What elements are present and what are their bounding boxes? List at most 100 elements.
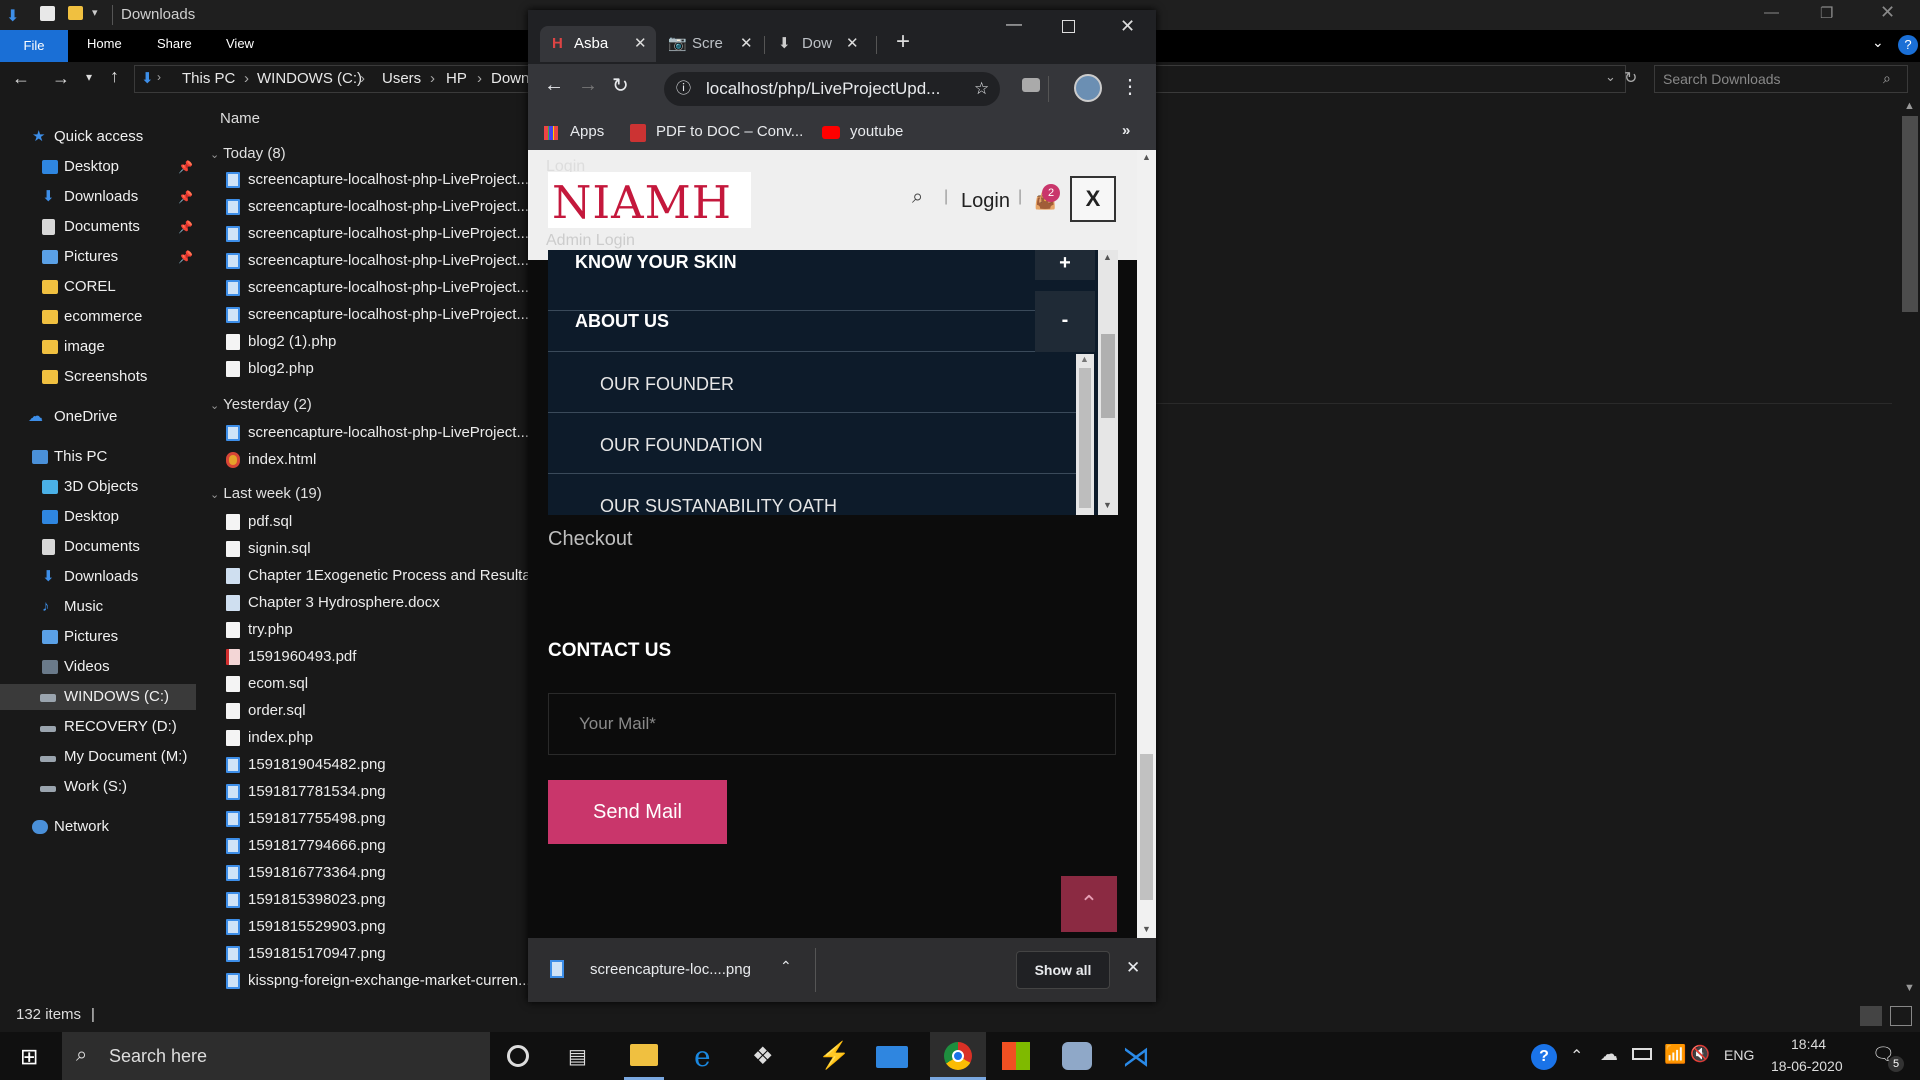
tab-share[interactable]: Share (157, 36, 192, 51)
nav-pc-desktop[interactable]: Desktop (0, 504, 196, 530)
file-row[interactable]: index.html (206, 448, 536, 472)
tab-downloads[interactable]: ⬇ Dow ✕ (772, 26, 872, 62)
file-row[interactable]: 1591817755498.png (206, 807, 536, 831)
maximize-icon[interactable] (1062, 20, 1075, 33)
login-link[interactable]: Login (961, 190, 1010, 213)
bookmark-apps[interactable]: Apps (544, 118, 634, 146)
page-scrollbar[interactable]: ▲ ▼ (1137, 150, 1156, 938)
file-row[interactable]: 1591816773364.png (206, 861, 536, 885)
task-view-icon[interactable]: ▤ (568, 1044, 587, 1069)
tab-close-icon[interactable]: ✕ (634, 26, 647, 62)
file-row[interactable]: screencapture-localhost-php-LiveProject.… (206, 276, 536, 300)
group-today[interactable]: ⌄ Today (8) (210, 142, 286, 166)
dropbox-icon[interactable]: ❖ (752, 1042, 774, 1071)
email-input[interactable]: Your Mail* (548, 693, 1116, 755)
chrome-taskbar-button[interactable] (930, 1032, 986, 1080)
nav-work-s[interactable]: Work (S:) (0, 774, 196, 800)
help-icon[interactable]: ? (1898, 35, 1918, 55)
file-row[interactable]: order.sql (206, 699, 536, 723)
help-icon[interactable]: ? (1531, 1044, 1557, 1070)
file-row[interactable]: blog2 (1).php (206, 330, 536, 354)
kebab-menu-icon[interactable]: ⋮ (1120, 74, 1140, 99)
group-yesterday[interactable]: ⌄ Yesterday (2) (210, 393, 312, 417)
nav-recovery-d[interactable]: RECOVERY (D:) (0, 714, 196, 740)
clock-time[interactable]: 18:44 (1791, 1036, 1826, 1052)
bookmark-pdf-to-doc[interactable]: PDF to DOC – Conv... (630, 118, 810, 146)
edge-icon[interactable]: e (694, 1040, 711, 1073)
file-tab[interactable]: File (0, 30, 68, 62)
nav-downloads-pinned[interactable]: ⬇ Downloads 📌 (0, 184, 196, 210)
tab-close-icon[interactable]: ✕ (846, 26, 859, 62)
nav-onedrive[interactable]: ☁ OneDrive (0, 404, 196, 430)
checkout-link[interactable]: Checkout (548, 528, 633, 551)
scroll-thumb[interactable] (1140, 754, 1153, 900)
file-row[interactable]: screencapture-localhost-php-LiveProject.… (206, 195, 536, 219)
tab-home[interactable]: Home (87, 36, 122, 51)
vscode-icon[interactable]: ⋊ (1122, 1040, 1150, 1073)
scroll-down-icon[interactable]: ▼ (1904, 982, 1915, 994)
tab-screenshot[interactable]: 📷 Scre ✕ (664, 26, 764, 62)
logo-box[interactable]: NIAMH (548, 172, 751, 229)
back-arrow-icon[interactable]: ← (12, 68, 30, 89)
new-tab-plus-icon[interactable]: + (896, 28, 910, 56)
wifi-icon[interactable]: 📶 (1664, 1044, 1686, 1065)
refresh-icon[interactable]: ↻ (1624, 68, 1637, 88)
recent-dropdown-icon[interactable]: ▾ (86, 70, 92, 84)
submenu-item-foundation[interactable]: OUR FOUNDATION (548, 413, 1076, 474)
address-dropdown-icon[interactable]: ⌄ (1605, 69, 1616, 85)
file-row[interactable]: kisspng-foreign-exchange-market-curren..… (206, 969, 536, 993)
forward-arrow-icon[interactable]: → (578, 74, 598, 97)
nav-pc-downloads[interactable]: ⬇ Downloads (0, 564, 196, 590)
nav-image[interactable]: image (0, 334, 196, 360)
nav-desktop-pinned[interactable]: Desktop 📌 (0, 154, 196, 180)
submenu-item-sustainability[interactable]: OUR SUSTANABILITY OATH (548, 474, 1076, 515)
file-row[interactable]: try.php (206, 618, 536, 642)
file-row[interactable]: pdf.sql (206, 510, 536, 534)
file-row[interactable]: index.php (206, 726, 536, 750)
file-row[interactable]: ecom.sql (206, 672, 536, 696)
nav-my-document-m[interactable]: My Document (M:) (0, 744, 196, 770)
file-row[interactable]: 1591819045482.png (206, 753, 536, 777)
tab-close-icon[interactable]: ✕ (740, 26, 753, 62)
scroll-thumb[interactable] (1101, 334, 1115, 418)
volume-muted-icon[interactable]: 🔇 (1690, 1044, 1710, 1064)
nav-this-pc[interactable]: This PC (0, 444, 196, 470)
bookmark-youtube[interactable]: youtube (822, 118, 922, 146)
omnibox[interactable]: ⓘ localhost/php/LiveProjectUpd... ☆ (664, 72, 1000, 106)
more-bookmarks-icon[interactable]: » (1122, 122, 1130, 139)
scroll-down-icon[interactable]: ▼ (1142, 924, 1151, 934)
clock-date[interactable]: 18-06-2020 (1771, 1058, 1843, 1074)
download-item[interactable]: screencapture-loc....png (550, 952, 790, 988)
file-row[interactable]: 1591817794666.png (206, 834, 536, 858)
file-row[interactable]: screencapture-localhost-php-LiveProject.… (206, 249, 536, 273)
show-all-button[interactable]: Show all (1016, 951, 1110, 989)
taskbar-search[interactable]: ⌕ Search here (62, 1032, 490, 1080)
scroll-up-icon[interactable]: ▲ (1080, 354, 1089, 364)
explorer-scrollbar[interactable]: ▲ ▼ (1900, 100, 1920, 1000)
nav-network[interactable]: Network (0, 814, 196, 840)
tab-asba-active[interactable]: H Asba ✕ (540, 26, 656, 62)
onedrive-tray-icon[interactable]: ☁ (1600, 1044, 1618, 1065)
restore-icon[interactable]: ❐ (1820, 4, 1833, 22)
close-icon[interactable]: ✕ (1120, 16, 1135, 37)
send-mail-button[interactable]: Send Mail (548, 780, 727, 844)
close-icon[interactable]: ✕ (1880, 2, 1895, 23)
scroll-thumb[interactable] (1902, 116, 1918, 312)
info-icon[interactable]: ⓘ (676, 72, 691, 106)
scroll-to-top-button[interactable]: ⌃ (1061, 876, 1117, 932)
cortana-icon[interactable] (507, 1045, 529, 1067)
column-header-name[interactable]: Name (220, 110, 260, 127)
breadcrumb-downloads[interactable]: Down (491, 70, 529, 87)
search-icon[interactable]: ⌕ (912, 186, 923, 209)
file-explorer-app-icon[interactable] (630, 1044, 658, 1066)
nav-3d-objects[interactable]: 3D Objects (0, 474, 196, 500)
menu-scrollbar[interactable]: ▲ ▼ (1098, 250, 1118, 515)
chevron-up-icon[interactable]: ⌃ (1570, 1046, 1583, 1066)
file-row[interactable]: Chapter 3 Hydrosphere.docx (206, 591, 536, 615)
breadcrumb-hp[interactable]: HP (446, 70, 467, 87)
group-last-week[interactable]: ⌄ Last week (19) (210, 482, 322, 506)
chevron-up-icon[interactable]: ⌃ (780, 958, 792, 975)
file-row[interactable]: 1591815170947.png (206, 942, 536, 966)
language-indicator[interactable]: ENG (1724, 1047, 1754, 1063)
nav-documents-pinned[interactable]: Documents 📌 (0, 214, 196, 240)
